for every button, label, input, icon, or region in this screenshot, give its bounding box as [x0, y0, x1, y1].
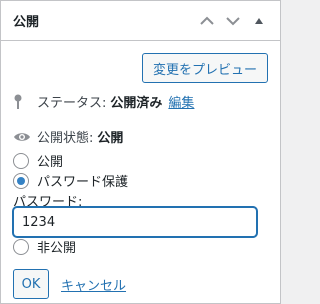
panel-title: 公開	[13, 15, 40, 30]
radio-private-control[interactable]	[13, 238, 29, 255]
radio-public-label: 公開	[37, 155, 64, 170]
status-edit-link[interactable]: 編集	[168, 92, 194, 111]
publish-panel: 公開 変更をプレビュー ステータス: 公開済み 編集 公開状態: 公開 公開 パ…	[0, 0, 281, 304]
chevron-down-icon[interactable]	[220, 1, 246, 41]
password-input[interactable]	[13, 207, 257, 237]
caret-up-icon[interactable]	[246, 1, 272, 41]
radio-private-label: 非公開	[37, 241, 77, 256]
radio-public-control[interactable]	[13, 152, 29, 169]
eye-icon	[13, 131, 31, 143]
radio-public[interactable]: 公開	[13, 151, 63, 170]
status-label: ステータス:	[37, 96, 107, 111]
radio-private[interactable]: 非公開	[13, 237, 76, 256]
radio-password[interactable]: パスワード保護	[13, 171, 128, 190]
status-row: ステータス: 公開済み 編集	[13, 92, 194, 111]
panel-header: 公開	[1, 1, 280, 41]
visibility-value: 公開	[97, 131, 124, 146]
visibility-actions: OK キャンセル	[13, 269, 126, 299]
visibility-row: 公開状態: 公開	[13, 127, 123, 146]
preview-wrap: 変更をプレビュー	[141, 53, 268, 83]
pin-icon	[13, 94, 31, 110]
preview-changes-button[interactable]: 変更をプレビュー	[141, 53, 268, 83]
chevron-up-icon[interactable]	[194, 1, 220, 41]
cancel-link[interactable]: キャンセル	[61, 275, 126, 294]
visibility-label: 公開状態:	[37, 131, 94, 146]
radio-password-control[interactable]	[13, 172, 29, 189]
header-controls	[194, 1, 272, 41]
ok-button[interactable]: OK	[13, 269, 49, 299]
radio-password-label: パスワード保護	[37, 175, 129, 190]
status-value: 公開済み	[110, 96, 163, 111]
